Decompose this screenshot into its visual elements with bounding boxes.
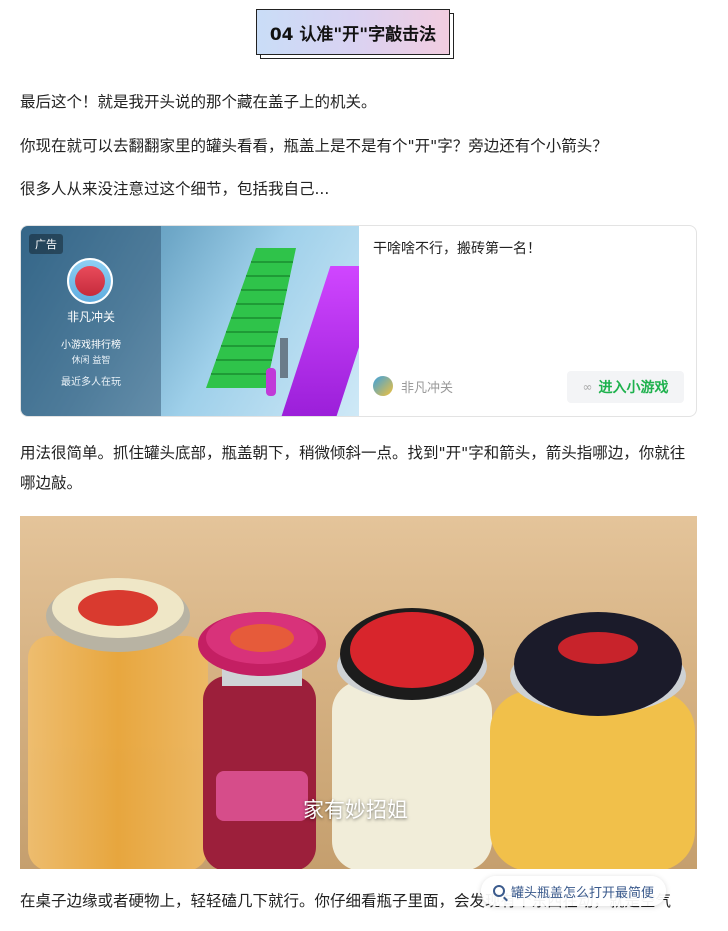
link-icon: ∞: [582, 380, 593, 394]
ad-info-panel[interactable]: 干啥啥不行，搬砖第一名！ 非凡冲关 ∞ 进入小游戏: [359, 226, 696, 416]
ad-title: 干啥啥不行，搬砖第一名！: [373, 241, 541, 257]
account-avatar: [373, 376, 393, 396]
photo-watermark: 家有妙招姐: [303, 798, 408, 822]
ad-genre-tags: 休闲 益智: [71, 356, 111, 366]
ad-account-name: 非凡冲关: [401, 381, 454, 396]
paragraph-3: 很多人从来没注意过这个细节，包括我自己...: [20, 180, 330, 198]
related-search-chip[interactable]: 罐头瓶盖怎么打开最简便: [481, 876, 667, 906]
heading-box: 04 认准"开"字敲击法: [256, 9, 450, 55]
ad-card[interactable]: 广告 非凡冲关 小游戏排行榜 休闲 益智 最近多人在玩 干啥啥不行，搬砖第一名！…: [20, 225, 697, 417]
jars-photo: 家有妙招姐: [20, 516, 697, 869]
enter-minigame-label: 进入小游戏: [598, 380, 669, 396]
game-logo: [67, 258, 113, 304]
ad-game-banner[interactable]: 广告 非凡冲关 小游戏排行榜 休闲 益智 最近多人在玩: [21, 226, 359, 416]
paragraph-1: 最后这个！就是我开头说的那个藏在盖子上的机关。: [20, 93, 377, 111]
related-search-label: 罐头瓶盖怎么打开最简便: [511, 885, 655, 901]
search-icon: [493, 885, 505, 897]
ad-brand-name: 非凡冲关: [66, 310, 115, 324]
heading-text: 04 认准"开"字敲击法: [269, 24, 437, 45]
ad-tag[interactable]: 广告: [29, 234, 63, 254]
paragraph-4: 用法很简单。抓住罐头底部，瓶盖朝下，稍微倾斜一点。找到"开"字和箭头，箭头指哪边…: [20, 444, 686, 492]
ad-rank-label: 小游戏排行榜: [61, 340, 121, 351]
ad-recent-text: 最近多人在玩: [61, 377, 121, 388]
section-heading: 04 认准"开"字敲击法: [256, 9, 456, 61]
enter-minigame-button[interactable]: ∞ 进入小游戏: [567, 371, 684, 403]
paragraph-2: 你现在就可以去翻翻家里的罐头看看，瓶盖上是不是有个"开"字？旁边还有个小箭头？: [20, 137, 608, 155]
